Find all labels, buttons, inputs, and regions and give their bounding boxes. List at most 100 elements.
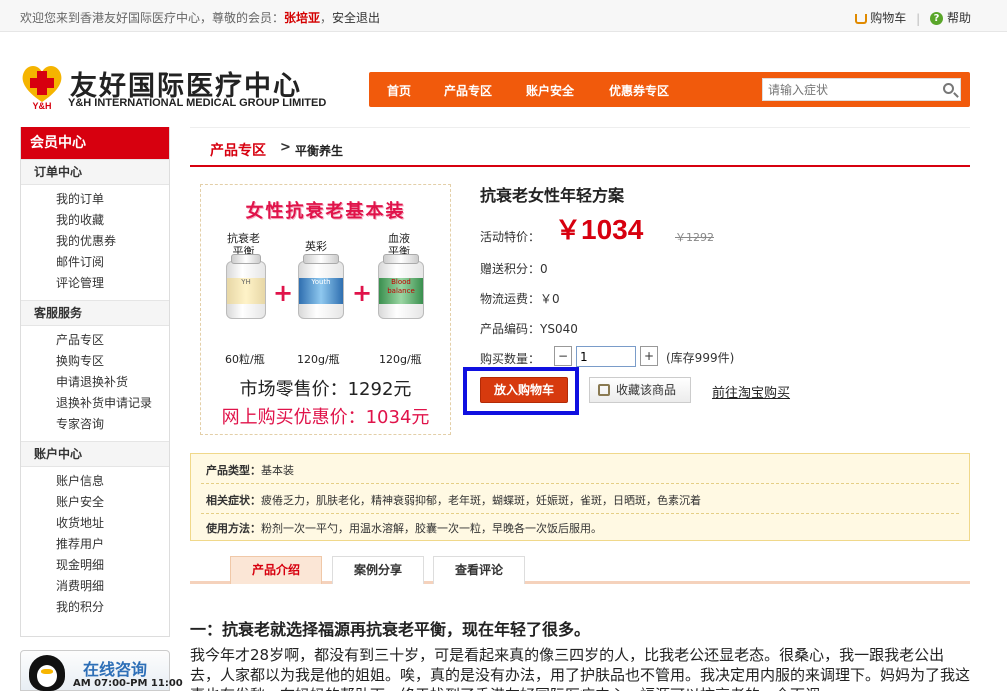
quantity-label: 购买数量： xyxy=(480,352,541,366)
product-label-2: 英彩 xyxy=(305,240,327,253)
stock-text: (库存999件) xyxy=(666,351,735,365)
main-nav: 首页 产品专区 账户安全 优惠券专区 xyxy=(369,72,970,107)
online-price-text: 网上购买优惠价：1034元 xyxy=(221,407,430,428)
favorite-button[interactable]: 收藏该商品 xyxy=(589,377,691,403)
online-consult-widget[interactable]: 在线咨询 AM 07:00-PM 11:00 xyxy=(20,650,183,691)
tab-case-sharing[interactable]: 案例分享 xyxy=(332,556,424,584)
top-right-links: 购物车 | ? 帮助 xyxy=(855,9,971,26)
product-bottle-1: YH xyxy=(226,254,266,319)
sidebar-section-account: 账户中心 xyxy=(21,441,169,467)
sidebar-item-account-security[interactable]: 账户安全 xyxy=(56,492,169,513)
breadcrumb-current: 平衡养生 xyxy=(295,144,344,158)
quantity-plus-button[interactable]: + xyxy=(640,346,658,366)
logout-link[interactable]: 安全退出 xyxy=(332,11,380,25)
logo-english-name: Y&H INTERNATIONAL MEDICAL GROUP LIMITED xyxy=(68,97,327,109)
tab-view-reviews[interactable]: 查看评论 xyxy=(433,556,525,584)
site-logo[interactable]: Y&H 友好国际医疗中心 Y&H INTERNATIONAL MEDICAL G… xyxy=(20,62,350,112)
sidebar-item-comment-management[interactable]: 评论管理 xyxy=(56,273,169,294)
sidebar-item-my-points[interactable]: 我的积分 xyxy=(56,597,169,618)
attr-symptoms: 相关症状：疲倦乏力，肌肤老化，精神衰弱抑郁，老年斑，蝴蝶斑，妊娠斑，雀斑，日晒斑… xyxy=(206,494,701,507)
top-bar: 欢迎您来到香港友好国际医疗中心，尊敬的会员：张培亚，安全退出 购物车 | ? 帮助 xyxy=(0,0,1007,32)
sidebar-item-my-favorites[interactable]: 我的收藏 xyxy=(56,210,169,231)
product-attributes: 产品类型：基本装 相关症状：疲倦乏力，肌肤老化，精神衰弱抑郁，老年斑，蝴蝶斑，妊… xyxy=(190,453,970,541)
market-price-text: 市场零售价：1292元 xyxy=(239,379,412,400)
taobao-link[interactable]: 前往淘宝购买 xyxy=(712,382,790,401)
favorite-icon xyxy=(598,384,610,396)
help-icon: ? xyxy=(929,12,943,25)
article-title: 一：抗衰老就选择福源再抗衰老平衡，现在年轻了很多。 xyxy=(190,620,591,639)
search-icon[interactable] xyxy=(943,83,954,94)
product-tabs: 产品介绍 案例分享 查看评论 xyxy=(190,556,970,584)
product-bottle-3: Blood balance xyxy=(378,254,424,319)
cart-link[interactable]: 购物车 xyxy=(870,11,906,25)
sidebar-section-orders: 订单中心 xyxy=(21,159,169,185)
sidebar-item-my-orders[interactable]: 我的订单 xyxy=(56,189,169,210)
breadcrumb: 产品专区 > 平衡养生 xyxy=(190,127,970,167)
sidebar-item-return-request[interactable]: 申请退换补货 xyxy=(56,372,169,393)
nav-item-products[interactable]: 产品专区 xyxy=(444,82,492,99)
plus-sign-1: + xyxy=(273,279,294,307)
product-qty-2: 120g/瓶 xyxy=(297,353,340,366)
product-image-title: 女性抗衰老基本装 xyxy=(245,201,406,222)
sidebar-title: 会员中心 xyxy=(21,127,169,159)
search-input[interactable] xyxy=(763,79,933,100)
code-label: 产品编码： xyxy=(480,322,541,336)
consult-title: 在线咨询 xyxy=(83,660,148,679)
sidebar-item-my-coupons[interactable]: 我的优惠券 xyxy=(56,231,169,252)
member-sidebar: 会员中心 订单中心 我的订单 我的收藏 我的优惠券 邮件订阅 评论管理 客服服务… xyxy=(20,127,170,637)
currency-symbol: ￥ xyxy=(555,216,582,246)
promo-price-label: 活动特价： xyxy=(480,230,541,244)
nav-item-account-security[interactable]: 账户安全 xyxy=(526,82,574,99)
points-row: 赠送积分：0 xyxy=(480,260,548,277)
sidebar-item-expert-consult[interactable]: 专家咨询 xyxy=(56,414,169,435)
divider: | xyxy=(916,11,921,26)
sidebar-item-return-records[interactable]: 退换补货申请记录 xyxy=(56,393,169,414)
quantity-input[interactable] xyxy=(576,346,636,367)
sidebar-item-email-subscription[interactable]: 邮件订阅 xyxy=(56,252,169,273)
comma-sep: ， xyxy=(320,11,333,25)
sidebar-item-cash-details[interactable]: 现金明细 xyxy=(56,555,169,576)
product-qty-1: 60粒/瓶 xyxy=(225,353,265,366)
plus-sign-2: + xyxy=(352,279,373,307)
sidebar-item-account-info[interactable]: 账户信息 xyxy=(56,471,169,492)
help-link[interactable]: 帮助 xyxy=(947,11,971,25)
shipping-value: ￥0 xyxy=(540,292,560,306)
search-box xyxy=(762,78,961,101)
nav-item-home[interactable]: 首页 xyxy=(387,82,411,99)
tab-product-intro[interactable]: 产品介绍 xyxy=(230,556,322,584)
username[interactable]: 张培亚 xyxy=(284,11,320,25)
nav-item-coupons[interactable]: 优惠券专区 xyxy=(609,82,669,99)
quantity-minus-button[interactable]: − xyxy=(554,346,572,366)
shipping-label: 物流运费： xyxy=(480,292,541,306)
points-value: 0 xyxy=(540,262,548,276)
welcome-prefix: 欢迎您来到香港友好国际医疗中心，尊敬的会员： xyxy=(20,11,285,25)
code-value: YS040 xyxy=(540,322,578,336)
sidebar-item-shipping-address[interactable]: 收货地址 xyxy=(56,513,169,534)
promo-price: ￥1034 xyxy=(555,210,643,247)
bottle-label-1: YH xyxy=(241,278,251,286)
qq-penguin-icon xyxy=(29,655,65,691)
price-value: 1034 xyxy=(581,214,644,245)
product-qty-3: 120g/瓶 xyxy=(379,353,422,366)
original-price: ￥1292 xyxy=(675,231,714,244)
attr-divider xyxy=(201,483,959,484)
favorite-label: 收藏该商品 xyxy=(616,383,677,397)
shipping-row: 物流运费：￥0 xyxy=(480,290,560,307)
article-body: 我今年才28岁啊，都没有到三十岁，可是看起来真的像三四岁的人，比我老公还显老态。… xyxy=(190,646,970,691)
points-label: 赠送积分： xyxy=(480,262,541,276)
logo-heart-icon: Y&H xyxy=(22,66,62,110)
add-to-cart-button[interactable]: 放入购物车 xyxy=(480,377,568,403)
bottle-label-3: Blood balance xyxy=(387,278,415,295)
sidebar-item-referrals[interactable]: 推荐用户 xyxy=(56,534,169,555)
consult-hours: AM 07:00-PM 11:00 xyxy=(73,678,183,689)
product-bottle-2: Youth xyxy=(298,254,344,319)
sidebar-item-exchange[interactable]: 换购专区 xyxy=(56,351,169,372)
breadcrumb-category[interactable]: 产品专区 xyxy=(210,140,266,160)
sidebar-item-spending-details[interactable]: 消费明细 xyxy=(56,576,169,597)
sidebar-list-account: 账户信息 账户安全 收货地址 推荐用户 现金明细 消费明细 我的积分 xyxy=(21,467,169,624)
product-name: 抗衰老女性年轻方案 xyxy=(480,186,625,205)
logo-mark-text: Y&H xyxy=(32,101,51,110)
sidebar-item-products[interactable]: 产品专区 xyxy=(56,330,169,351)
bottle-label-2: Youth xyxy=(311,278,331,286)
cart-icon xyxy=(855,13,868,24)
